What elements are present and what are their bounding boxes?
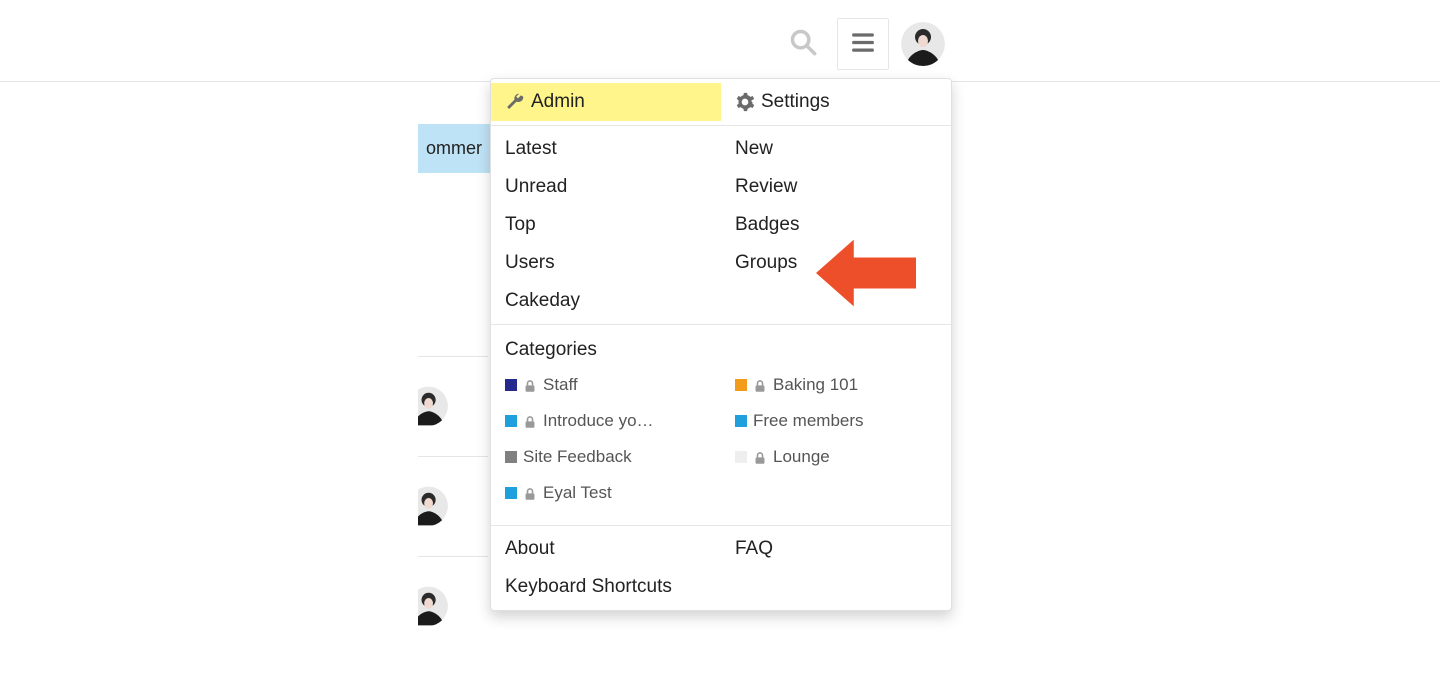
menu-item-top[interactable]: Top [491,206,721,244]
menu-item-admin[interactable]: Admin [491,83,721,121]
lock-icon [753,450,767,464]
background-token: ommer [418,124,490,173]
category-label: Baking 101 [773,375,858,395]
gear-icon [735,92,755,112]
menu-item-label: Keyboard Shortcuts [505,576,672,598]
category-color-swatch [505,487,517,499]
background-avatar [418,486,448,526]
menu-item-badges[interactable]: Badges [721,206,951,244]
lock-icon [523,414,537,428]
menu-item-label: Cakeday [505,290,580,312]
menu-item-keyboard-shortcuts[interactable]: Keyboard Shortcuts [491,568,721,606]
lock-icon [753,378,767,392]
search-icon [789,28,817,61]
menu-item-label: New [735,138,773,160]
lock-icon [523,378,537,392]
menu-item-label: Admin [531,91,585,113]
menu-item-label: Users [505,252,555,274]
category-item[interactable]: Free members [721,403,951,439]
background-divider [418,556,488,557]
search-button[interactable] [777,18,829,70]
menu-item-label: FAQ [735,538,773,560]
category-label: Staff [543,375,578,395]
category-item[interactable]: Introduce yo… [491,403,721,439]
menu-item-label: Review [735,176,797,198]
menu-item-label: Latest [505,138,557,160]
category-label: Eyal Test [543,483,612,503]
menu-item-label: About [505,538,555,560]
topbar-actions [777,18,945,70]
background-avatar [418,586,448,626]
menu-item-review[interactable]: Review [721,168,951,206]
menu-section-nav: Latest Unread Top Users Cakeday New Revi… [491,126,951,325]
category-color-swatch [735,379,747,391]
category-label: Free members [753,411,864,431]
category-item[interactable]: Site Feedback [491,439,721,475]
category-label: Site Feedback [523,447,632,467]
category-item[interactable]: Lounge [721,439,951,475]
menu-section-admin: Admin Settings [491,79,951,126]
category-color-swatch [735,451,747,463]
menu-section-footer: About Keyboard Shortcuts FAQ [491,526,951,610]
category-item[interactable]: Staff [491,367,721,403]
background-avatar [418,386,448,426]
menu-item-latest[interactable]: Latest [491,130,721,168]
background-divider [418,456,488,457]
menu-item-unread[interactable]: Unread [491,168,721,206]
category-label: Lounge [773,447,830,467]
menu-item-label: Unread [505,176,567,198]
menu-item-groups[interactable]: Groups [721,244,951,282]
wrench-icon [505,92,525,112]
category-item[interactable]: Baking 101 [721,367,951,403]
menu-item-label: Groups [735,252,797,274]
current-user-avatar[interactable] [901,22,945,66]
menu-item-faq[interactable]: FAQ [721,530,951,568]
menu-item-label: Badges [735,214,799,236]
menu-item-settings[interactable]: Settings [721,83,951,121]
menu-section-categories: Categories Staff Introduce yo… Site Feed… [491,325,951,526]
category-color-swatch [505,451,517,463]
menu-item-users[interactable]: Users [491,244,721,282]
category-color-swatch [735,415,747,427]
category-color-swatch [505,379,517,391]
categories-heading: Categories [491,329,951,367]
menu-item-label: Top [505,214,536,236]
category-label: Introduce yo… [543,411,654,431]
top-bar [0,0,1440,82]
menu-item-label: Settings [761,91,830,113]
menu-item-about[interactable]: About [491,530,721,568]
category-item[interactable]: Eyal Test [491,475,721,511]
menu-item-new[interactable]: New [721,130,951,168]
hamburger-icon [850,29,876,60]
lock-icon [523,486,537,500]
menu-item-cakeday[interactable]: Cakeday [491,282,721,320]
hamburger-menu-button[interactable] [837,18,889,70]
background-divider [418,356,488,357]
category-color-swatch [505,415,517,427]
hamburger-dropdown: Admin Settings Latest Unread Top Users C… [490,78,952,611]
